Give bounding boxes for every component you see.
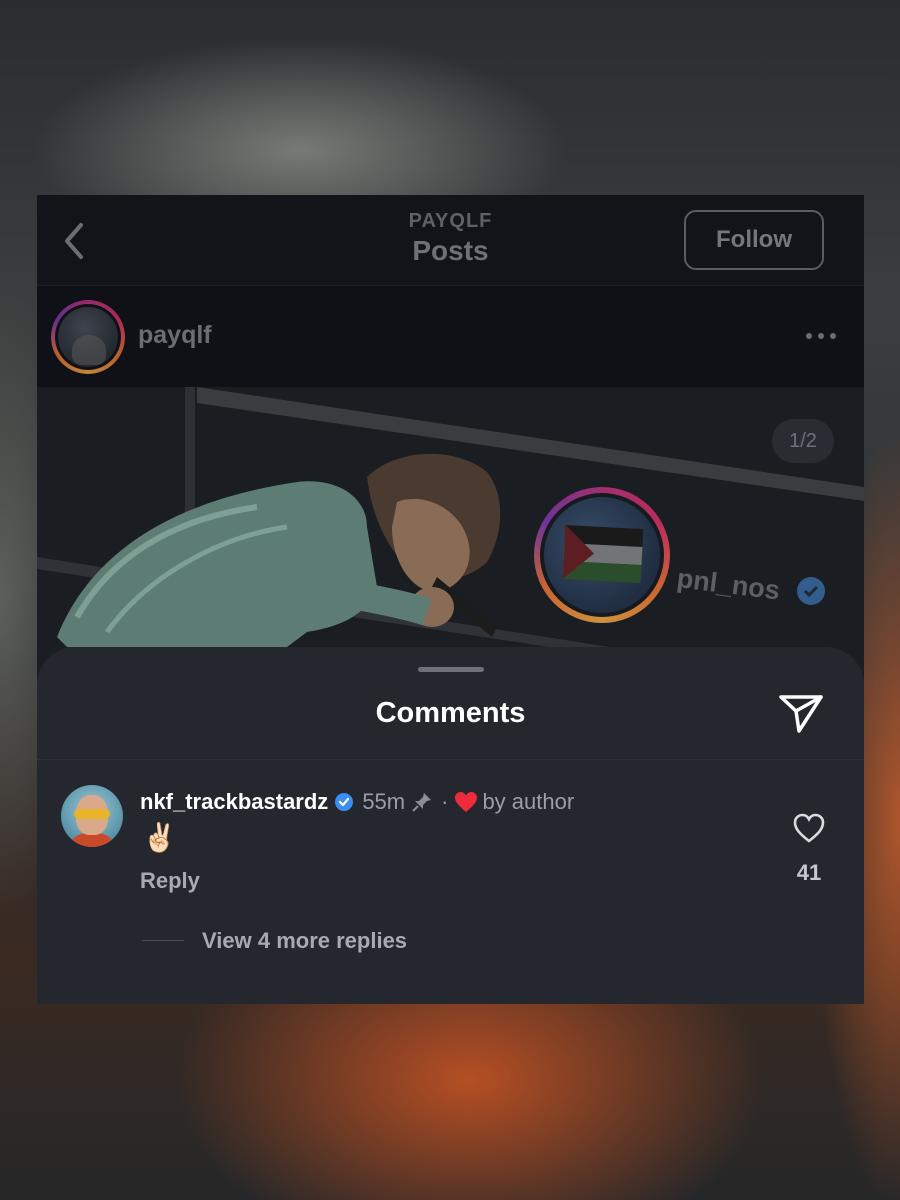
heart-outline-icon[interactable]: [792, 812, 826, 844]
heart-filled-icon: [455, 792, 478, 812]
view-more-replies-button[interactable]: View 4 more replies: [202, 928, 407, 954]
liked-by-author-label: by author: [482, 789, 575, 814]
post-header: payqlf: [37, 286, 864, 387]
flag-icon: [562, 524, 644, 584]
comments-title: Comments: [375, 697, 526, 729]
replies-connector-line: [142, 940, 184, 941]
app-screen: PAYQLF Posts Follow payqlf 1/2 pnl_nos C…: [37, 195, 864, 1004]
top-bar: PAYQLF Posts Follow: [37, 195, 864, 286]
verified-badge-icon: [797, 577, 825, 605]
comment-text: ✌🏻: [142, 822, 177, 853]
tagged-account-avatar[interactable]: [534, 487, 670, 623]
avatar-image: [58, 307, 118, 367]
comment-time: 55m: [362, 789, 406, 814]
post-image[interactable]: 1/2 pnl_nos: [37, 387, 864, 687]
carousel-page-indicator: 1/2: [772, 419, 834, 463]
avatar-glasses: [74, 809, 110, 819]
comments-sheet: Comments nkf_trackbastardz 55m · by auth…: [37, 647, 864, 1004]
pin-icon: [412, 793, 432, 812]
follow-button[interactable]: Follow: [684, 210, 824, 270]
divider: [37, 759, 864, 760]
post-author-avatar[interactable]: [51, 300, 125, 374]
more-options-icon[interactable]: [806, 324, 836, 348]
avatar-shirt: [67, 833, 117, 847]
commenter-avatar[interactable]: [61, 785, 123, 847]
verified-badge-icon: [335, 793, 354, 811]
concert-photo: [37, 387, 864, 687]
commenter-username[interactable]: nkf_trackbastardz: [140, 789, 328, 815]
sheet-grabber[interactable]: [418, 667, 484, 672]
reply-button[interactable]: Reply: [140, 868, 200, 894]
globe-image: [544, 497, 660, 613]
separator-dot: ·: [441, 789, 449, 814]
send-icon[interactable]: [777, 691, 825, 735]
post-username[interactable]: payqlf: [138, 321, 212, 350]
comment-meta: nkf_trackbastardz 55m · by author: [140, 787, 574, 817]
like-count: 41: [796, 860, 822, 885]
